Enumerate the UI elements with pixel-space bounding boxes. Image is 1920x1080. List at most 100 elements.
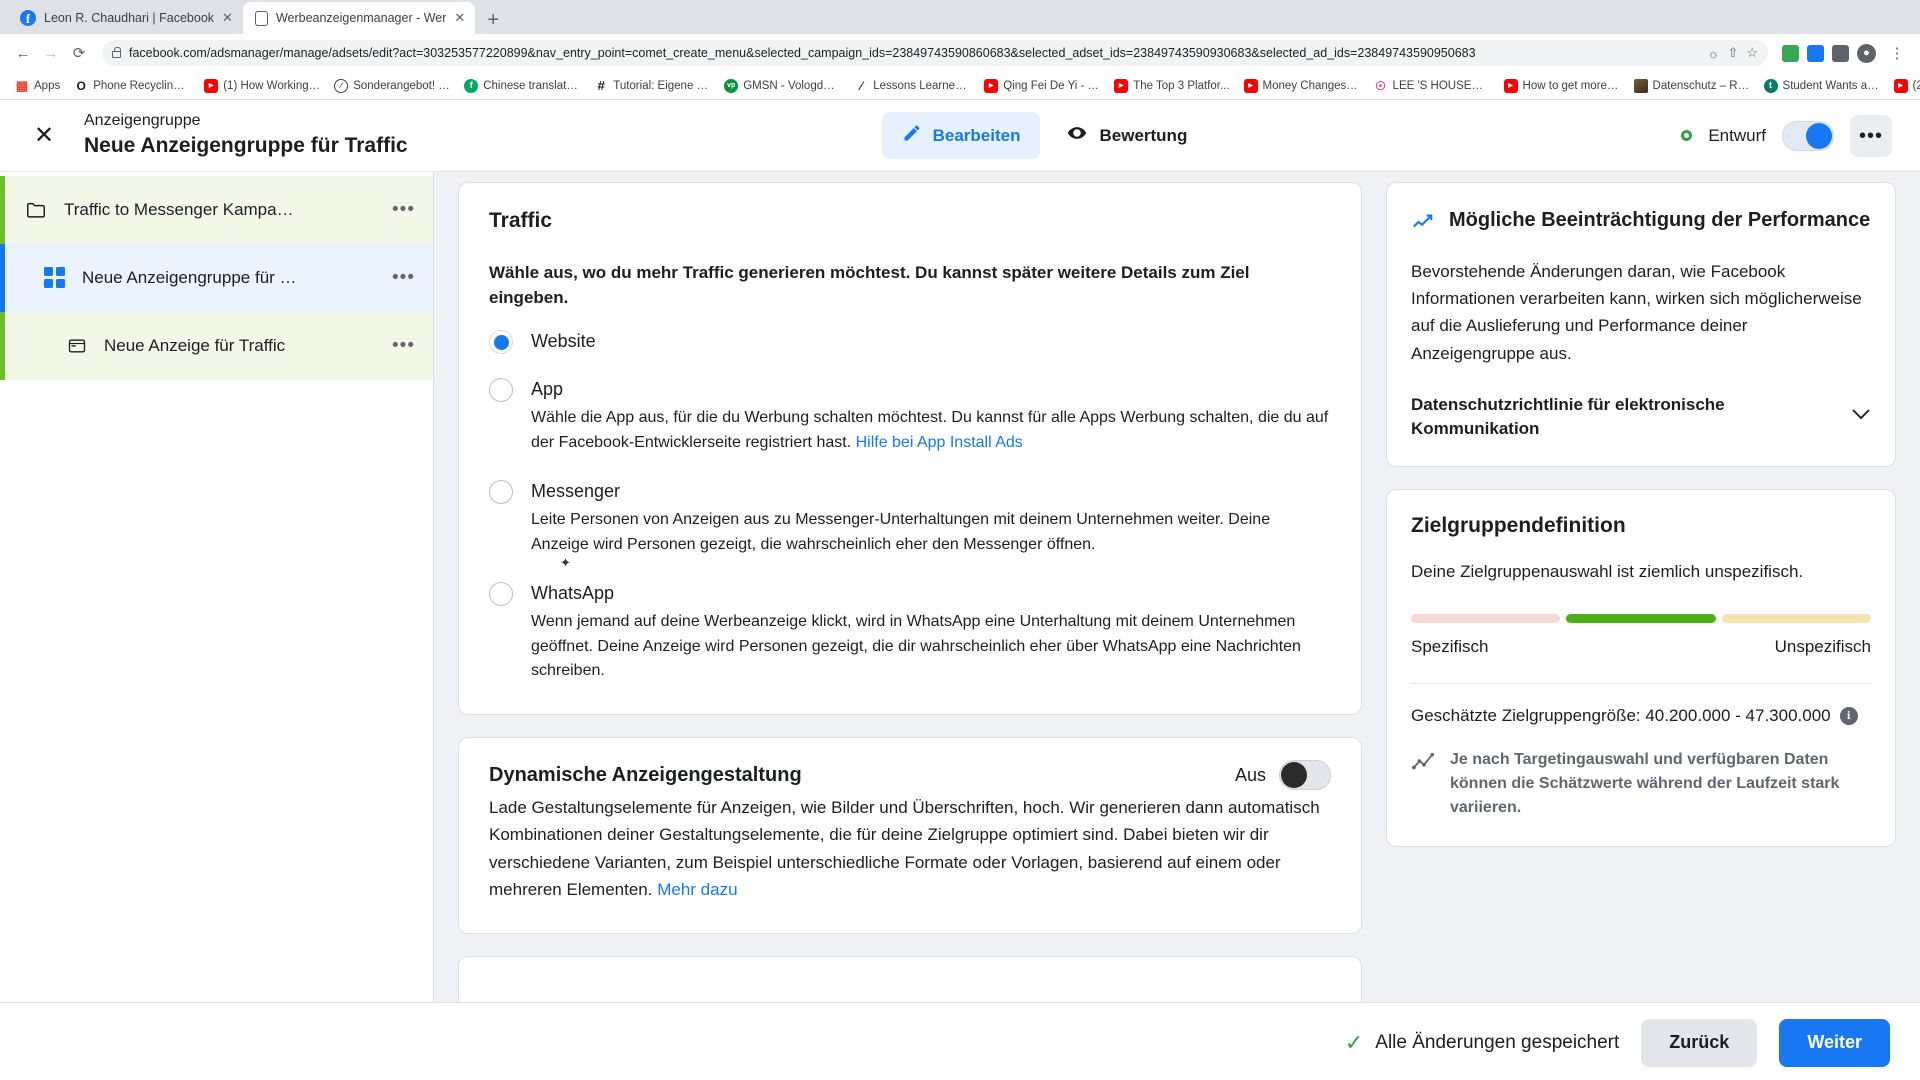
radio-button[interactable]	[489, 581, 513, 606]
app-install-ads-link[interactable]: Hilfe bei App Install Ads	[856, 434, 1023, 451]
bookmark-item[interactable]: ∕ Sonderangebot! |...	[327, 77, 457, 95]
browser-tab-facebook[interactable]: Leon R. Chaudhari | Facebook ✕	[8, 2, 243, 34]
radio-body: App Wähle die App aus, für die du Werbun…	[531, 376, 1331, 456]
bookmark-item[interactable]: The Top 3 Platfor...	[1107, 77, 1236, 95]
reload-icon[interactable]: ⟳	[66, 40, 92, 66]
radio-description: Wähle die App aus, für die du Werbung sc…	[531, 406, 1331, 456]
radio-body: Website	[531, 328, 1331, 354]
card-subtitle: Wähle aus, wo du mehr Traffic generieren…	[489, 263, 1250, 307]
estimated-audience-size: Geschätzte Zielgruppengröße: 40.200.000 …	[1411, 706, 1871, 726]
card-title: Traffic	[489, 209, 553, 232]
radio-button[interactable]	[489, 480, 513, 505]
bookmark-item[interactable]: (2) How To Add A...	[1887, 77, 1920, 95]
tab-title: Werbeanzeigenmanager - Wer	[275, 11, 447, 25]
chevron-down-icon[interactable]	[1851, 408, 1871, 426]
close-icon[interactable]: ✕	[454, 10, 465, 26]
browser-toolbar: ← → ⟳ facebook.com/adsmanager/manage/ads…	[0, 34, 1920, 72]
radio-button[interactable]	[489, 330, 513, 355]
bookmark-item[interactable]: O Phone Recycling,...	[67, 77, 197, 95]
zoom-icon[interactable]: ☼	[1708, 46, 1720, 61]
meter-segment-specific	[1411, 613, 1561, 623]
info-icon[interactable]: i	[1839, 706, 1858, 725]
accordion-label: Datenschutzrichtlinie für elektronische …	[1411, 394, 1725, 438]
bookmark-item[interactable]: Datenschutz – Re...	[1627, 77, 1757, 95]
bookmark-item[interactable]: ▦ Apps	[8, 77, 67, 95]
check-icon: ✓	[1344, 1029, 1364, 1055]
bookmark-item[interactable]: ⁄ Lessons Learned f...	[847, 77, 977, 95]
bookmark-item[interactable]: vp GMSN - Vologda,...	[717, 77, 847, 95]
teal-circle-icon: t	[1763, 78, 1778, 93]
address-bar[interactable]: facebook.com/adsmanager/manage/adsets/ed…	[102, 40, 1768, 66]
bookmark-label: Datenschutz – Re...	[1652, 79, 1750, 92]
traffic-card: Traffic Wähle aus, wo du mehr Traffic ge…	[458, 182, 1362, 716]
bookmark-item[interactable]: (1) How Working a...	[197, 77, 327, 95]
audience-definition-panel: Zielgruppendefinition Deine Zielgruppena…	[1386, 489, 1896, 847]
forward-icon[interactable]: →	[38, 40, 64, 66]
radio-button[interactable]	[489, 378, 513, 403]
extension-icon[interactable]	[1782, 44, 1799, 62]
mehr-dazu-link[interactable]: Mehr dazu	[657, 880, 737, 899]
bookmark-label: Phone Recycling,...	[93, 79, 191, 92]
apps-grid-icon: ▦	[15, 78, 29, 93]
bookmark-item[interactable]: Money Changes E...	[1237, 77, 1367, 95]
estimate-label: Geschätzte Zielgruppengröße: 40.200.000 …	[1411, 705, 1831, 725]
sidebar-item-campaign[interactable]: Traffic to Messenger Kampa… •••	[0, 176, 433, 244]
sidebar-item-adset[interactable]: Neue Anzeigengruppe für … •••	[0, 244, 433, 312]
status-badge: Entwurf	[1708, 125, 1766, 145]
bookmark-item[interactable]: ☉ LEE 'S HOUSE—...	[1367, 77, 1497, 95]
tab-bearbeiten[interactable]: Bearbeiten	[881, 112, 1041, 159]
header-titles: Anzeigengruppe Neue Anzeigengruppe für T…	[84, 111, 408, 160]
traffic-destination-radio-group: Website App Wähle die App aus, für die d…	[489, 328, 1331, 684]
sidebar-item-ad[interactable]: Neue Anzeige für Traffic •••	[0, 312, 433, 380]
panel-title: Zielgruppendefinition	[1411, 514, 1626, 538]
privacy-policy-accordion[interactable]: Datenschutzrichtlinie für elektronische …	[1411, 393, 1871, 441]
youtube-icon	[204, 78, 219, 93]
save-status-text: Alle Änderungen gespeichert	[1375, 1031, 1620, 1053]
panel-title: Mögliche Beeinträchtigung der Performanc…	[1449, 209, 1871, 231]
card-title: Dynamische Anzeigengestaltung	[489, 764, 802, 787]
dynamic-creative-toggle[interactable]	[1279, 760, 1331, 791]
meter-segment-balanced	[1566, 613, 1716, 623]
next-card-partial	[458, 955, 1362, 1002]
radio-option-whatsapp[interactable]: WhatsApp Wenn jemand auf deine Werbeanze…	[489, 580, 1331, 684]
bookmark-label: (1) How Working a...	[223, 79, 321, 92]
next-button[interactable]: Weiter	[1779, 1018, 1890, 1067]
hash-icon: #	[597, 78, 605, 93]
back-button[interactable]: Zurück	[1641, 1018, 1758, 1067]
bookmark-item[interactable]: How to get more v...	[1497, 77, 1627, 95]
bookmark-label: Tutorial: Eigene Fa...	[613, 79, 711, 92]
radio-option-messenger[interactable]: Messenger Leite Personen von Anzeigen au…	[489, 478, 1331, 558]
dynamic-creative-toggle-wrap: Aus	[1235, 760, 1331, 791]
right-column: Mögliche Beeinträchtigung der Performanc…	[1386, 182, 1896, 1002]
bookmark-item[interactable]: Qing Fei De Yi - Y...	[977, 77, 1107, 95]
new-tab-button[interactable]: +	[475, 10, 509, 34]
puzzle-icon[interactable]	[1832, 44, 1849, 62]
tab-strip: Leon R. Chaudhari | Facebook ✕ Werbeanze…	[0, 0, 1920, 34]
bookmarks-bar: ▦ Apps O Phone Recycling,... (1) How Worki…	[0, 72, 1920, 100]
close-icon[interactable]: ✕	[222, 10, 233, 26]
profile-avatar[interactable]: ●	[1857, 43, 1876, 63]
browser-tab-adsmanager[interactable]: Werbeanzeigenmanager - Wer ✕	[242, 2, 476, 34]
more-options-button[interactable]: •••	[1849, 114, 1892, 157]
bookmark-item[interactable]: f Chinese translatio...	[457, 77, 587, 95]
sidebar-item-label: Neue Anzeigengruppe für …	[82, 268, 297, 287]
close-icon[interactable]: ✕	[26, 118, 62, 154]
bookmark-item[interactable]: # Tutorial: Eigene Fa...	[587, 77, 717, 95]
radio-description: Wenn jemand auf deine Werbeanzeige klick…	[531, 612, 1301, 680]
chrome-menu-icon[interactable]: ⋮	[1884, 40, 1910, 66]
browser-chrome: Leon R. Chaudhari | Facebook ✕ Werbeanze…	[0, 0, 1920, 100]
divider	[1411, 682, 1871, 684]
share-icon[interactable]: ⇧	[1727, 45, 1738, 61]
bookmark-item[interactable]: t Student Wants an...	[1757, 77, 1887, 95]
radio-option-website[interactable]: Website	[489, 328, 1331, 355]
star-icon[interactable]: ☆	[1746, 45, 1758, 61]
radio-option-app[interactable]: App Wähle die App aus, für die du Werbun…	[489, 376, 1331, 456]
page-title: Neue Anzeigengruppe für Traffic	[84, 133, 408, 157]
chart-trend-icon	[1411, 211, 1435, 238]
tab-bewertung[interactable]: Bewertung	[1046, 112, 1207, 159]
facebook-extension-icon[interactable]	[1807, 44, 1824, 62]
audience-specificity-meter	[1411, 613, 1871, 623]
app-header: ✕ Anzeigengruppe Neue Anzeigengruppe für…	[0, 100, 1920, 172]
adset-active-toggle[interactable]	[1781, 120, 1834, 151]
back-icon[interactable]: ←	[10, 40, 36, 66]
